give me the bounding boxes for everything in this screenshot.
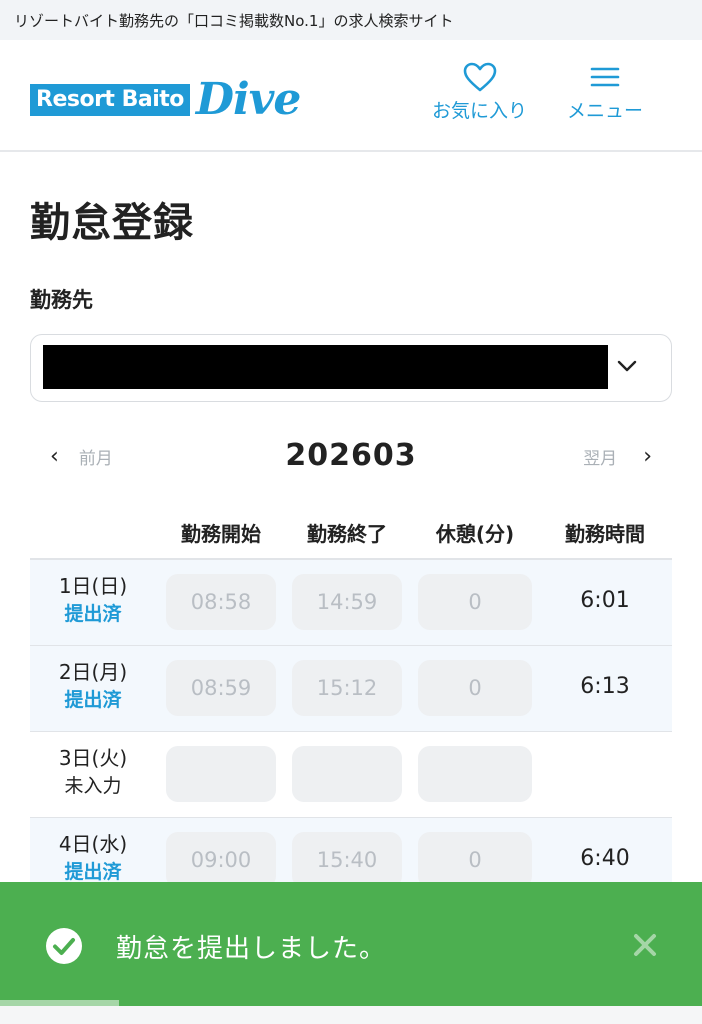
end-time-field[interactable]: 15:12 — [292, 660, 402, 716]
current-month: 202603 — [285, 438, 417, 473]
row-date: 2日(月) — [58, 660, 128, 684]
workplace-label: 勤務先 — [30, 288, 93, 312]
row-status: 未入力 — [64, 775, 122, 797]
end-time-field[interactable]: 15:40 — [292, 832, 402, 888]
end-time-field[interactable]: 14:59 — [292, 574, 402, 630]
table-header: 勤務開始 勤務終了 休憩(分) 勤務時間 — [30, 510, 672, 560]
page-title: 勤怠登録 — [30, 200, 194, 246]
menu-button[interactable]: メニュー — [567, 62, 643, 123]
site-logo[interactable]: Resort Baito Dive — [30, 70, 301, 130]
table-row[interactable]: 3日(火) 未入力 — [30, 732, 672, 818]
date-cell: 3日(火) 未入力 — [30, 744, 156, 800]
table-row[interactable]: 2日(月) 提出済 08:59 15:12 0 6:13 — [30, 646, 672, 732]
next-month-label: 翌月 — [583, 449, 618, 469]
chevron-down-icon — [617, 360, 637, 372]
break-field[interactable]: 0 — [418, 574, 532, 630]
row-date: 1日(日) — [58, 574, 128, 598]
chevron-right-icon: › — [643, 444, 652, 469]
favorites-label: お気に入り — [432, 100, 528, 122]
toast-message: 勤怠を提出しました。 — [116, 934, 387, 964]
header-end: 勤務終了 — [307, 522, 387, 546]
row-date: 4日(水) — [58, 832, 128, 856]
work-hours: 6:01 — [580, 588, 630, 613]
row-date: 3日(火) — [58, 746, 128, 770]
month-navigation: ‹ 前月 202603 翌月 › — [30, 432, 672, 482]
table-row[interactable]: 1日(日) 提出済 08:58 14:59 0 6:01 — [30, 560, 672, 646]
menu-label: メニュー — [567, 100, 644, 122]
work-hours: 6:13 — [580, 674, 630, 699]
page: リゾートバイト勤務先の「口コミ掲載数No.1」の求人検索サイト Resort B… — [0, 0, 702, 1024]
start-time-field[interactable]: 08:59 — [166, 660, 276, 716]
workplace-select[interactable] — [30, 334, 672, 402]
bottom-strip — [0, 1006, 702, 1024]
row-status: 提出済 — [64, 603, 122, 625]
break-field[interactable]: 0 — [418, 660, 532, 716]
tagline-text: リゾートバイト勤務先の「口コミ掲載数No.1」の求人検索サイト — [14, 11, 454, 30]
workplace-select-value-redacted — [43, 345, 608, 389]
break-field[interactable]: 0 — [418, 832, 532, 888]
header-start: 勤務開始 — [181, 522, 261, 546]
check-circle-icon — [46, 928, 82, 964]
success-toast: 勤怠を提出しました。 — [0, 882, 702, 1006]
break-field[interactable] — [418, 746, 532, 802]
logo-box-text: Resort Baito — [30, 84, 190, 116]
attendance-table: 勤務開始 勤務終了 休憩(分) 勤務時間 1日(日) 提出済 08:58 14:… — [30, 510, 672, 904]
start-time-field[interactable]: 08:58 — [166, 574, 276, 630]
heart-icon — [463, 62, 496, 92]
start-time-field[interactable] — [166, 746, 276, 802]
date-cell: 4日(水) 提出済 — [30, 830, 156, 886]
next-month-button[interactable]: 翌月 › — [583, 444, 652, 469]
row-status: 提出済 — [64, 689, 122, 711]
site-tagline: リゾートバイト勤務先の「口コミ掲載数No.1」の求人検索サイト — [0, 0, 702, 40]
work-hours: 6:40 — [580, 846, 630, 871]
date-cell: 1日(日) 提出済 — [30, 572, 156, 628]
header: Resort Baito Dive お気に入り メニュー — [0, 40, 702, 152]
logo-script-text: Dive — [195, 74, 301, 125]
close-icon[interactable] — [632, 932, 658, 958]
favorites-button[interactable]: お気に入り — [432, 62, 527, 123]
hamburger-icon — [590, 67, 620, 87]
start-time-field[interactable]: 09:00 — [166, 832, 276, 888]
header-break: 休憩(分) — [435, 522, 515, 546]
header-total: 勤務時間 — [565, 522, 645, 546]
end-time-field[interactable] — [292, 746, 402, 802]
date-cell: 2日(月) 提出済 — [30, 658, 156, 714]
